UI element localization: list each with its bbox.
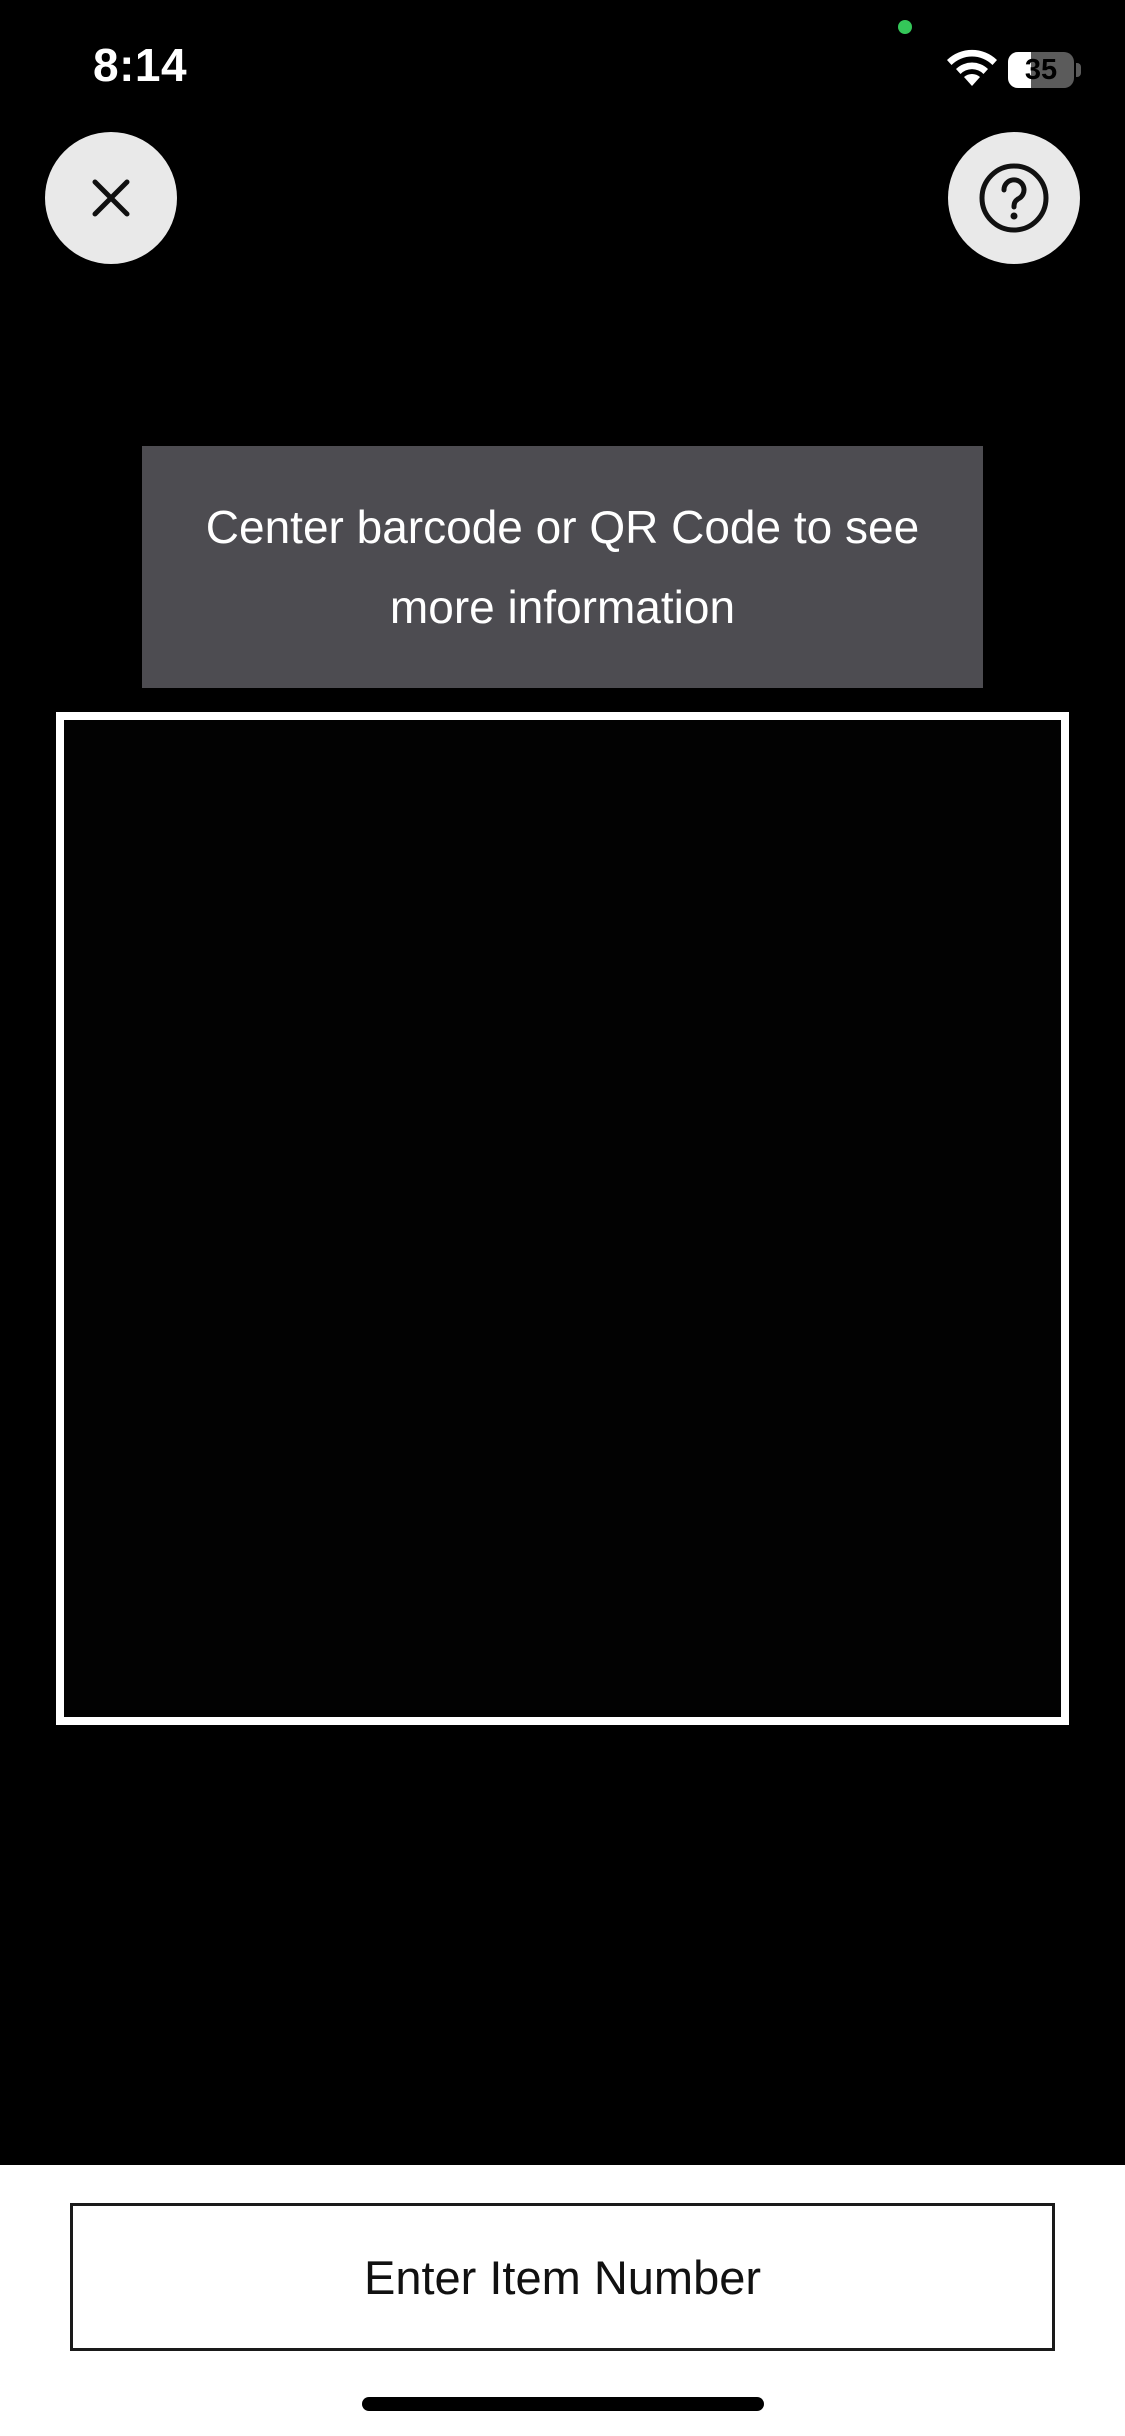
close-button[interactable] bbox=[45, 132, 177, 264]
enter-item-number-button[interactable]: Enter Item Number bbox=[70, 2203, 1055, 2351]
privacy-indicator-dot bbox=[898, 20, 912, 34]
scan-frame bbox=[56, 712, 1069, 1725]
battery-icon: 35 bbox=[1008, 52, 1082, 88]
home-indicator[interactable] bbox=[362, 2397, 764, 2411]
question-circle-icon bbox=[979, 163, 1049, 233]
wifi-icon bbox=[947, 49, 997, 86]
instruction-banner: Center barcode or QR Code to see more in… bbox=[142, 446, 983, 688]
barcode-scanner-screen: 8:14 35 Center barcode or QR Code to see… bbox=[0, 0, 1125, 2436]
help-button[interactable] bbox=[948, 132, 1080, 264]
instruction-text: Center barcode or QR Code to see more in… bbox=[205, 501, 920, 633]
status-time: 8:14 bbox=[93, 39, 188, 91]
battery-level: 35 bbox=[1024, 54, 1058, 86]
bottom-panel: Enter Item Number bbox=[0, 2165, 1125, 2436]
close-icon bbox=[92, 179, 130, 217]
